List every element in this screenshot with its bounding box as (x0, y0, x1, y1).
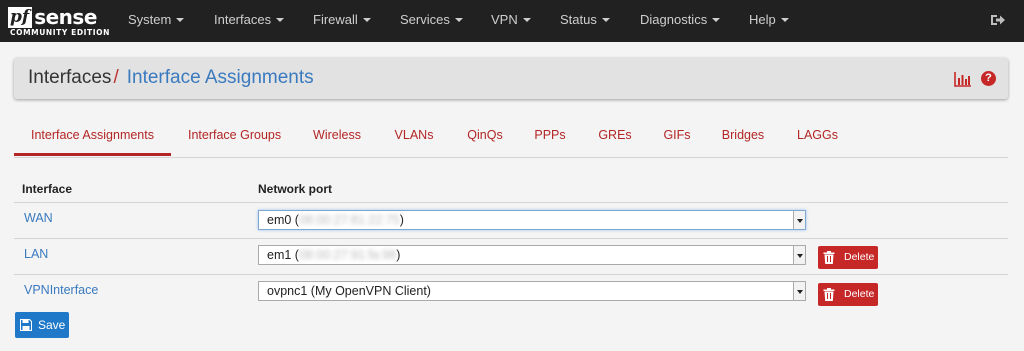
header-divider (14, 202, 1008, 203)
interface-link-vpninterface[interactable]: VPNInterface (24, 283, 98, 297)
dropdown-arrow-icon[interactable] (793, 246, 805, 264)
col-header-interface: Interface (22, 182, 73, 196)
breadcrumb-separator: / (113, 67, 119, 88)
tab-bar: Interface Assignments Interface Groups W… (14, 118, 1008, 158)
page-header: Interfaces / Interface Assignments ? (14, 58, 1008, 99)
mac-address: 08:00:27:91:fa:98 (298, 248, 397, 262)
tab-interface-assignments[interactable]: Interface Assignments (14, 118, 171, 156)
caret-down-icon (522, 18, 531, 22)
delete-button-vpninterface[interactable]: Delete (818, 283, 878, 306)
nav-vpn[interactable]: VPN (491, 0, 531, 42)
caret-down-icon (176, 18, 185, 22)
logo-subtitle: COMMUNITY EDITION (10, 28, 111, 37)
nav-status-label: Status (560, 12, 597, 27)
trash-icon (823, 251, 835, 264)
port-suffix: ) (396, 248, 401, 262)
nav-services[interactable]: Services (400, 0, 463, 42)
interface-link-lan[interactable]: LAN (24, 247, 48, 261)
nav-firewall[interactable]: Firewall (313, 0, 371, 42)
caret-down-icon (362, 18, 371, 22)
tab-laggs[interactable]: LAGGs (797, 118, 838, 156)
pfsense-logo[interactable]: pf sense COMMUNITY EDITION (8, 4, 111, 38)
port-prefix: ovpnc1 (My OpenVPN Client) (267, 284, 431, 298)
network-port-select-wan[interactable]: em0 (08:00:27:81:22:75) (258, 210, 806, 230)
dropdown-arrow-icon[interactable] (793, 282, 805, 300)
nav-interfaces-label: Interfaces (214, 12, 272, 27)
mac-address: 08:00:27:81:22:75 (298, 213, 400, 227)
port-prefix: em0 ( (267, 213, 299, 227)
tab-gres[interactable]: GREs (598, 118, 632, 156)
port-prefix: em1 ( (267, 248, 299, 262)
tab-interface-groups[interactable]: Interface Groups (188, 118, 281, 156)
nav-system-label: System (128, 12, 172, 27)
logo-sense: sense (34, 5, 97, 29)
save-button[interactable]: Save (15, 312, 69, 338)
trash-icon (823, 288, 835, 301)
nav-diagnostics-label: Diagnostics (640, 12, 708, 27)
nav-vpn-label: VPN (491, 12, 518, 27)
sign-out-icon[interactable] (990, 12, 1006, 28)
tab-gifs[interactable]: GIFs (662, 118, 692, 156)
nav-help-label: Help (749, 12, 776, 27)
tab-wireless[interactable]: Wireless (311, 118, 363, 156)
tab-ppps[interactable]: PPPs (533, 118, 567, 156)
nav-help[interactable]: Help (749, 0, 789, 42)
breadcrumb: Interfaces / Interface Assignments (28, 66, 314, 90)
caret-down-icon (601, 18, 610, 22)
nav-services-label: Services (400, 12, 450, 27)
breadcrumb-parent[interactable]: Interfaces (28, 67, 111, 88)
caret-down-icon (276, 18, 285, 22)
tab-bridges[interactable]: Bridges (721, 118, 765, 156)
caret-down-icon (712, 18, 721, 22)
network-port-select-vpninterface[interactable]: ovpnc1 (My OpenVPN Client) (258, 281, 806, 301)
port-suffix: ) (399, 213, 404, 227)
nav-system[interactable]: System (128, 0, 185, 42)
tab-divider (14, 157, 1008, 158)
delete-button-lan[interactable]: Delete (818, 246, 878, 269)
dropdown-arrow-icon[interactable] (793, 211, 805, 229)
nav-diagnostics[interactable]: Diagnostics (640, 0, 721, 42)
nav-firewall-label: Firewall (313, 12, 358, 27)
interface-link-wan[interactable]: WAN (24, 211, 53, 225)
question-circle-icon[interactable]: ? (981, 71, 996, 86)
nav-status[interactable]: Status (560, 0, 610, 42)
col-header-network-port: Network port (258, 182, 333, 196)
save-label: Save (38, 318, 66, 332)
tab-qinqs[interactable]: QinQs (466, 118, 504, 156)
delete-label: Delete (844, 251, 875, 263)
tab-vlans[interactable]: VLANs (393, 118, 435, 156)
top-navbar: pf sense COMMUNITY EDITION System Interf… (0, 0, 1024, 42)
nav-interfaces[interactable]: Interfaces (214, 0, 285, 42)
row-divider (14, 274, 1008, 275)
floppy-disk-icon (20, 319, 32, 331)
delete-label: Delete (844, 288, 875, 300)
caret-down-icon (454, 18, 463, 22)
caret-down-icon (780, 18, 789, 22)
bar-chart-icon[interactable] (954, 71, 972, 87)
logo-pf: pf (8, 7, 33, 28)
network-port-select-lan[interactable]: em1 (08:00:27:91:fa:98) (258, 245, 806, 265)
breadcrumb-current[interactable]: Interface Assignments (127, 67, 314, 88)
row-divider (14, 238, 1008, 239)
